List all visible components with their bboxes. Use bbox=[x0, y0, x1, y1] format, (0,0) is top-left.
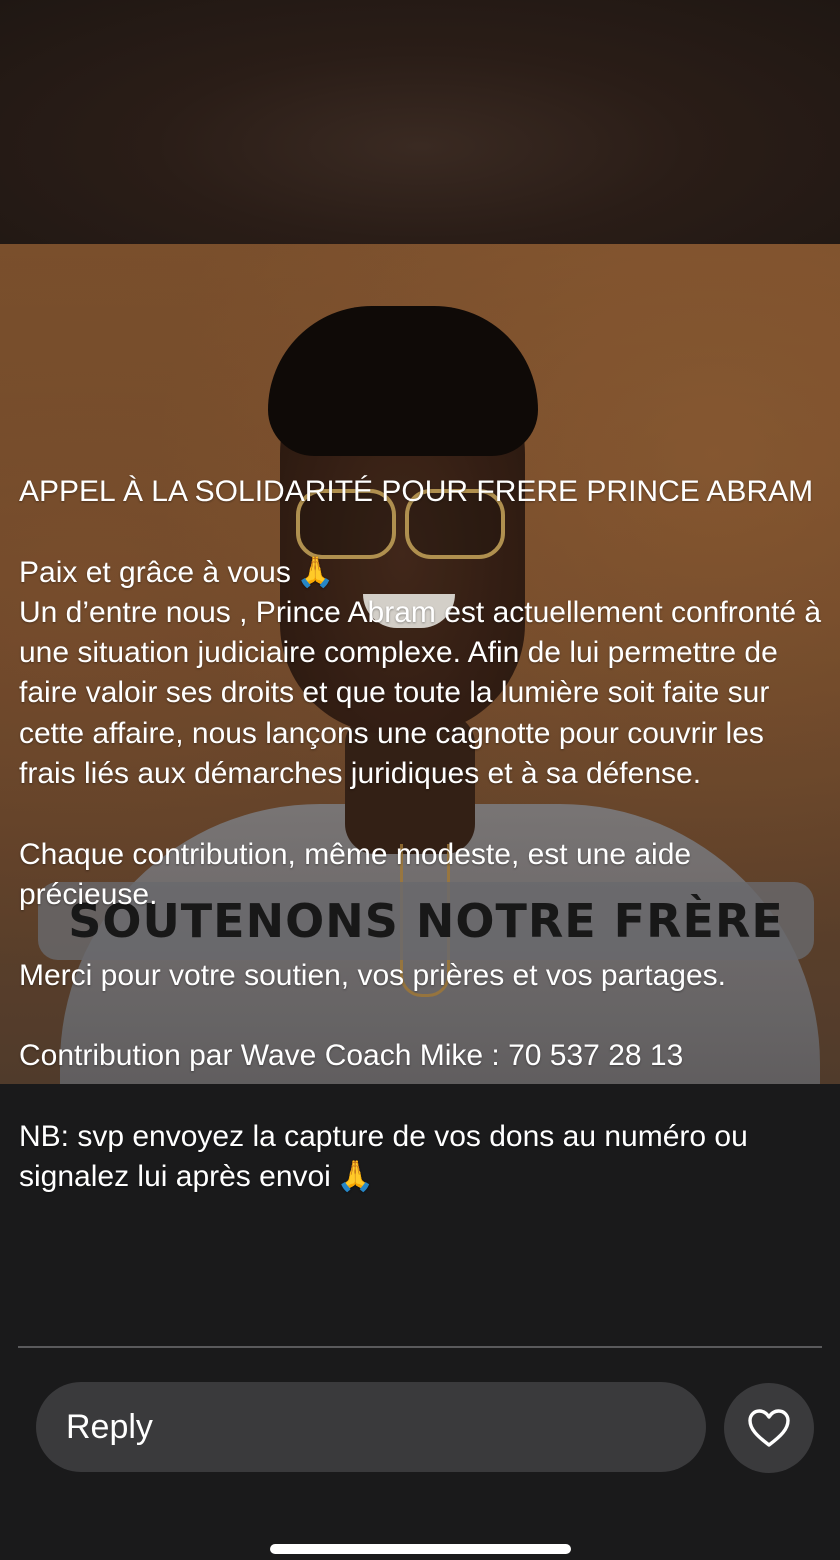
praying-hands-icon: 🙏 bbox=[336, 1159, 375, 1195]
caption-body: Un d’entre nous , Prince Abram est actue… bbox=[19, 595, 822, 791]
caption-nb: NB: svp envoyez la capture de vos dons a… bbox=[19, 1119, 748, 1194]
heart-icon bbox=[748, 1409, 790, 1447]
top-blurred-background bbox=[0, 0, 840, 244]
caption-title: APPEL À LA SOLIDARITÉ POUR FRERE PRINCE … bbox=[19, 475, 814, 508]
caption-divider bbox=[18, 1346, 822, 1348]
caption-contribution-note: Chaque contribution, même modeste, est u… bbox=[19, 837, 692, 911]
story-caption: APPEL À LA SOLIDARITÉ POUR FRERE PRINCE … bbox=[19, 472, 824, 1197]
praying-hands-icon: 🙏 bbox=[296, 554, 335, 590]
caption-contribution-info: Contribution par Wave Coach Mike : 70 53… bbox=[19, 1039, 684, 1073]
caption-nb-line: NB: svp envoyez la capture de vos dons a… bbox=[19, 1117, 824, 1198]
reply-input[interactable]: Reply bbox=[36, 1382, 706, 1472]
caption-greeting-line: Paix et grâce à vous 🙏 bbox=[19, 553, 824, 593]
reply-placeholder: Reply bbox=[66, 1408, 153, 1446]
like-button[interactable] bbox=[724, 1383, 814, 1473]
home-indicator[interactable] bbox=[270, 1544, 571, 1554]
caption-thanks: Merci pour votre soutien, vos prières et… bbox=[19, 958, 726, 992]
caption-greeting: Paix et grâce à vous bbox=[19, 555, 291, 589]
